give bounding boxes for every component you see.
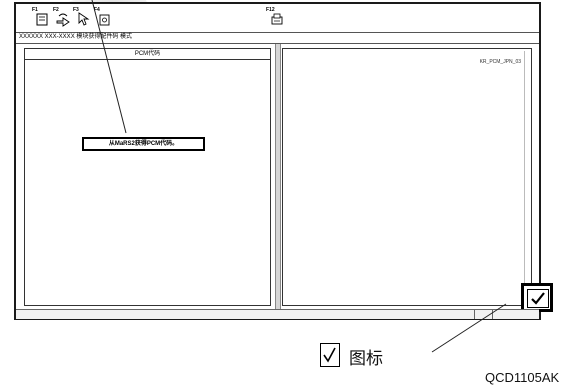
figure-code: QCD1105AK xyxy=(485,370,560,385)
legend-label: 图标 xyxy=(349,349,383,369)
leader-lines xyxy=(91,0,507,353)
icon-leader-line xyxy=(431,303,507,353)
legend-check-box xyxy=(320,343,340,367)
legend-check-symbol xyxy=(323,347,336,363)
note-leader-line xyxy=(91,0,127,134)
